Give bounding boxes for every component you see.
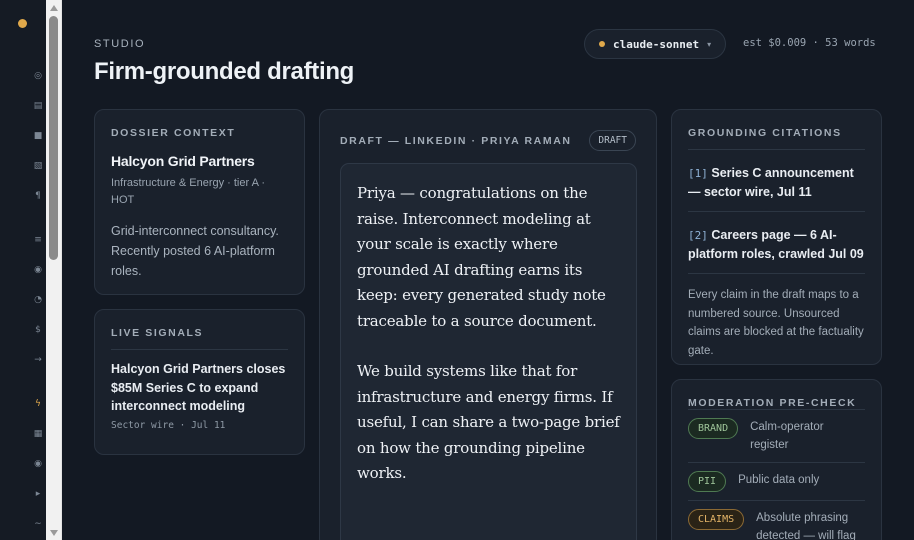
scroll-up-icon[interactable] (50, 5, 58, 11)
dossier-card: DOSSIER CONTEXT Halcyon Grid Partners In… (94, 109, 305, 295)
draft-label: DRAFT — LINKEDIN · PRIYA RAMAN (340, 134, 572, 147)
moderation-desc: Public data only (738, 474, 820, 486)
model-selector[interactable]: claude-sonnet ▾ (584, 29, 727, 59)
company-meta: Infrastructure & Energy · tier A · HOT (111, 177, 266, 206)
moderation-tag: PII (688, 471, 727, 492)
citation-number: [1] (688, 167, 708, 180)
citations-card: GROUNDING CITATIONS [1] Series C announc… (671, 109, 882, 365)
model-status-dot (599, 41, 605, 47)
moderation-card: MODERATION PRE-CHECK BRAND Calm-operator… (671, 379, 882, 540)
image-icon[interactable]: ▧ (31, 160, 45, 172)
scrollbar-thumb[interactable] (49, 16, 58, 260)
scrollbar[interactable] (46, 0, 62, 540)
square-icon[interactable]: ■ (31, 130, 45, 142)
citation-number: [2] (688, 229, 708, 242)
wave-icon[interactable]: ∼ (31, 518, 45, 530)
moderation-tag: BRAND (688, 418, 739, 439)
company-note: Grid-interconnect consultancy. Recently … (111, 224, 279, 278)
status-dot (18, 19, 27, 28)
radio-icon[interactable]: ◉ (31, 264, 45, 276)
grid-icon[interactable]: ▦ (31, 428, 45, 440)
moderation-row: CLAIMS Absolute phrasing detected — will… (688, 500, 865, 540)
moderation-desc: Absolute phrasing detected — will flag (756, 512, 856, 540)
citation-item[interactable]: [1] Series C announcement — sector wire,… (688, 164, 865, 201)
signal-source: Sector wire · Jul 11 (111, 419, 226, 431)
paragraph-icon[interactable]: ¶ (31, 190, 45, 202)
left-rail: ◎ ▤ ■ ▧ ¶ ≡ ◉ ◔ $ → ϟ ▦ ◉ ▸ ∼ (0, 0, 46, 540)
arrow-icon[interactable]: → (31, 354, 45, 366)
cost-estimate: est $0.009 · 53 words (743, 37, 876, 49)
company-name: Halcyon Grid Partners (111, 153, 255, 169)
clock-icon[interactable]: ◔ (31, 294, 45, 306)
moderation-desc: Calm-operator register (750, 421, 824, 451)
chevron-down-icon: ▾ (707, 39, 712, 49)
citation-item[interactable]: [2] Careers page — 6 AI-platform roles, … (688, 226, 865, 263)
draft-paragraph[interactable]: Priya — congratulations on the raise. In… (357, 181, 620, 334)
draft-editor[interactable]: Priya — congratulations on the raise. In… (340, 163, 637, 540)
live-signals-card: LIVE SIGNALS Halcyon Grid Partners close… (94, 309, 305, 455)
divider (688, 211, 865, 212)
scroll-down-icon[interactable] (50, 530, 58, 536)
draft-status-badge: DRAFT (589, 130, 636, 151)
divider (111, 349, 288, 350)
citations-explainer: Every claim in the draft maps to a numbe… (688, 289, 864, 357)
card-label: GROUNDING CITATIONS (688, 127, 842, 139)
moderation-row: PII Public data only (688, 462, 865, 500)
page-eyebrow: STUDIO (94, 38, 146, 50)
draft-card: DRAFT — LINKEDIN · PRIYA RAMAN DRAFT Pri… (319, 109, 657, 540)
draft-paragraph[interactable]: We build systems like that for infrastru… (357, 359, 620, 487)
citation-text: Series C announcement — sector wire, Jul… (688, 166, 854, 199)
model-name: claude-sonnet (613, 37, 700, 51)
target-icon[interactable]: ◎ (31, 70, 45, 82)
bolt-icon[interactable]: ϟ (31, 398, 45, 410)
menu-icon[interactable]: ≡ (31, 234, 45, 246)
record-icon[interactable]: ◉ (31, 458, 45, 470)
moderation-tag: CLAIMS (688, 509, 745, 530)
dollar-icon[interactable]: $ (31, 324, 45, 336)
page-title: Firm-grounded drafting (94, 58, 355, 85)
divider (688, 273, 865, 274)
citation-text: Careers page — 6 AI-platform roles, craw… (688, 228, 864, 261)
list-icon[interactable]: ▤ (31, 100, 45, 112)
signal-headline[interactable]: Halcyon Grid Partners closes $85M Series… (111, 360, 288, 416)
card-label: DOSSIER CONTEXT (111, 127, 236, 139)
moderation-row: BRAND Calm-operator register (688, 409, 865, 462)
card-label: LIVE SIGNALS (111, 327, 204, 339)
play-icon[interactable]: ▸ (31, 488, 45, 500)
card-label: MODERATION PRE-CHECK (688, 397, 857, 409)
divider (688, 149, 865, 150)
